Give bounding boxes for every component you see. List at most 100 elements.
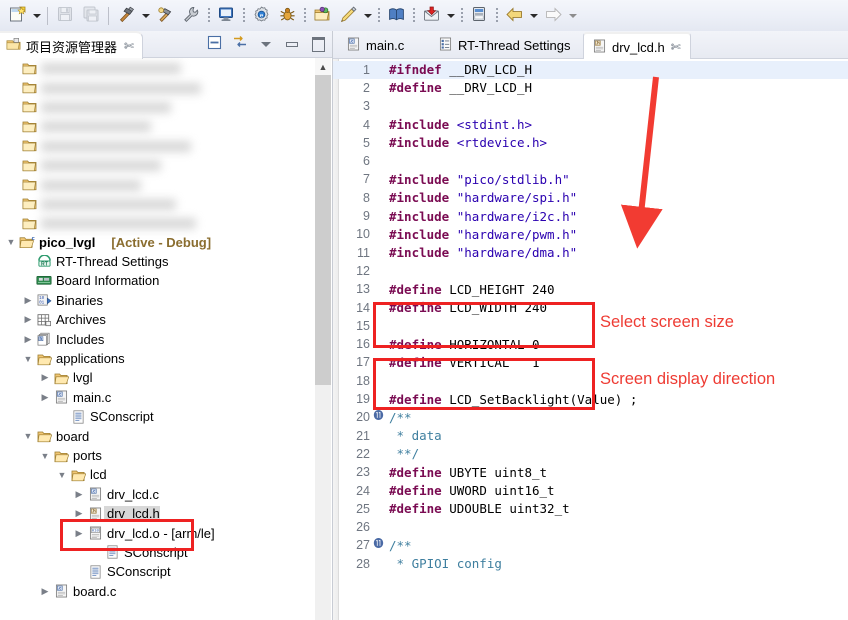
twisty-collapsed-icon[interactable]: ▶ <box>21 310 35 329</box>
code-line[interactable]: 5#include <rtdevice.h> <box>333 134 848 152</box>
tree-item-redacted[interactable] <box>0 213 315 232</box>
view-menu-button[interactable] <box>258 36 274 52</box>
code-line[interactable]: 8#include "hardware/spi.h" <box>333 189 848 207</box>
tree-item-archives[interactable]: ▶Archives <box>0 310 315 329</box>
code-line[interactable]: 2#define __DRV_LCD_H <box>333 79 848 97</box>
twisty-collapsed-icon[interactable]: ▶ <box>38 582 52 601</box>
tree-item-redacted[interactable] <box>0 155 315 174</box>
back-button[interactable] <box>501 3 527 29</box>
build-settings-button[interactable] <box>178 3 204 29</box>
code-line[interactable]: 16#define HORIZONTAL 0 <box>333 335 848 353</box>
twisty-collapsed-icon[interactable]: ▶ <box>21 291 35 310</box>
code-line[interactable]: 17#define VERTICAL 1 <box>333 353 848 371</box>
clean-button[interactable] <box>152 3 178 29</box>
download-dropdown[interactable] <box>444 3 457 29</box>
marker-button[interactable] <box>335 3 361 29</box>
tree-item-redacted[interactable] <box>0 136 315 155</box>
download-button[interactable] <box>418 3 444 29</box>
twisty-expanded-icon[interactable]: ▼ <box>21 427 35 446</box>
tree-item-drv-lcd-h[interactable]: ▶.hdrv_lcd.h <box>0 504 315 523</box>
forward-button[interactable] <box>540 3 566 29</box>
tree-item-board[interactable]: ▼board <box>0 426 315 445</box>
collapse-all-button[interactable] <box>206 36 222 52</box>
close-icon[interactable]: ✄ <box>671 40 681 54</box>
project-explorer-scrollbar[interactable]: ▲ <box>315 58 331 620</box>
tree-item-lvgl[interactable]: ▶lvgl <box>0 368 315 387</box>
back-dropdown[interactable] <box>527 3 540 29</box>
new-file-button[interactable] <box>4 3 30 29</box>
tree-item-redacted[interactable] <box>0 77 315 96</box>
code-line[interactable]: 6 <box>333 152 848 170</box>
save-all-button[interactable] <box>78 3 104 29</box>
tree-item-lcd[interactable]: ▼lcd <box>0 465 315 484</box>
code-line[interactable]: 18 <box>333 372 848 390</box>
tree-item-redacted[interactable] <box>0 58 315 77</box>
code-line[interactable]: 3 <box>333 97 848 115</box>
twisty-collapsed-icon[interactable]: ▶ <box>72 524 86 543</box>
code-line[interactable]: 12 <box>333 262 848 280</box>
tree-item-redacted[interactable] <box>0 97 315 116</box>
code-line[interactable]: 27⓫/** <box>333 536 848 554</box>
twisty-collapsed-icon[interactable]: ▶ <box>38 388 52 407</box>
close-icon[interactable]: ✄ <box>124 39 134 53</box>
code-line[interactable]: 9#include "hardware/i2c.h" <box>333 207 848 225</box>
code-line[interactable]: 21 * data <box>333 427 848 445</box>
run-button[interactable]: e <box>248 3 274 29</box>
tree-item-sconscript-ports[interactable]: SConscript <box>0 562 315 581</box>
fold-collapse-icon[interactable]: ⓫ <box>373 412 384 422</box>
code-line[interactable]: 19#define LCD_SetBacklight(Value) ; <box>333 390 848 408</box>
tree-item-board-information[interactable]: Board Information <box>0 271 315 290</box>
source-editor[interactable]: 1#ifndef __DRV_LCD_H2#define __DRV_LCD_H… <box>333 59 848 620</box>
tree-item-binaries[interactable]: ▶1001Binaries <box>0 291 315 310</box>
code-line[interactable]: 10#include "hardware/pwm.h" <box>333 225 848 243</box>
project-explorer-tab[interactable]: 项目资源管理器 ✄ <box>0 31 143 59</box>
minimize-view-button[interactable] <box>284 36 300 52</box>
maximize-view-button[interactable] <box>310 36 326 52</box>
open-console-button[interactable] <box>213 3 239 29</box>
twisty-expanded-icon[interactable]: ▼ <box>21 349 35 368</box>
twisty-collapsed-icon[interactable]: ▶ <box>72 504 86 523</box>
tree-item-redacted[interactable] <box>0 116 315 135</box>
marker-dropdown[interactable] <box>361 3 374 29</box>
tree-item-sconscript-applications[interactable]: SConscript <box>0 407 315 426</box>
forward-dropdown[interactable] <box>566 3 579 29</box>
save-button[interactable] <box>52 3 78 29</box>
project-tree[interactable]: ▼cpico_lvgl[Active - Debug]RTRT-Thread S… <box>0 58 315 620</box>
twisty-collapsed-icon[interactable]: ▶ <box>38 368 52 387</box>
debug-button[interactable] <box>274 3 300 29</box>
code-line[interactable]: 15 <box>333 317 848 335</box>
code-line[interactable]: 23#define UBYTE uint8_t <box>333 463 848 481</box>
tree-item-applications[interactable]: ▼applications <box>0 349 315 368</box>
editor-tab-drv-lcd-h[interactable]: .hdrv_lcd.h✄ <box>583 32 691 60</box>
code-line[interactable]: 11#include "hardware/dma.h" <box>333 244 848 262</box>
twisty-collapsed-icon[interactable]: ▶ <box>72 485 86 504</box>
code-line[interactable]: 26 <box>333 518 848 536</box>
code-line[interactable]: 22 **/ <box>333 445 848 463</box>
scrollbar-thumb[interactable] <box>315 75 331 385</box>
tree-item-sconscript-lcd[interactable]: SConscript <box>0 543 315 562</box>
tree-item-rt-thread-settings[interactable]: RTRT-Thread Settings <box>0 252 315 271</box>
scroll-up-icon[interactable]: ▲ <box>315 58 331 75</box>
tree-item-pico-lvgl[interactable]: ▼cpico_lvgl[Active - Debug] <box>0 233 315 252</box>
code-line[interactable]: 24#define UWORD uint16_t <box>333 481 848 499</box>
tree-item-redacted[interactable] <box>0 194 315 213</box>
twisty-expanded-icon[interactable]: ▼ <box>55 465 69 484</box>
editor-tab-rt-thread-settings[interactable]: RT-Thread Settings <box>430 32 579 58</box>
tree-item-main-c[interactable]: ▶.cmain.c <box>0 388 315 407</box>
link-with-editor-button[interactable] <box>232 36 248 52</box>
code-line[interactable]: 14#define LCD_WIDTH 240 <box>333 298 848 316</box>
code-line[interactable]: 1#ifndef __DRV_LCD_H <box>333 61 848 79</box>
twisty-expanded-icon[interactable]: ▼ <box>38 446 52 465</box>
code-line[interactable]: 20⓫/** <box>333 408 848 426</box>
twisty-expanded-icon[interactable]: ▼ <box>4 233 18 252</box>
build-button[interactable] <box>113 3 139 29</box>
code-line[interactable]: 7#include "pico/stdlib.h" <box>333 170 848 188</box>
tree-item-drv-lcd-o[interactable]: ▶010drv_lcd.o - [arm/le] <box>0 523 315 542</box>
tree-item-board-c[interactable]: ▶.cboard.c <box>0 582 315 601</box>
code-line[interactable]: 28 * GPIOI config <box>333 555 848 573</box>
tree-item-ports[interactable]: ▼ports <box>0 446 315 465</box>
terminal-button[interactable] <box>466 3 492 29</box>
tree-item-includes[interactable]: ▶hIncludes <box>0 329 315 348</box>
code-line[interactable]: 25#define UDOUBLE uint32_t <box>333 500 848 518</box>
help-button[interactable] <box>383 3 409 29</box>
